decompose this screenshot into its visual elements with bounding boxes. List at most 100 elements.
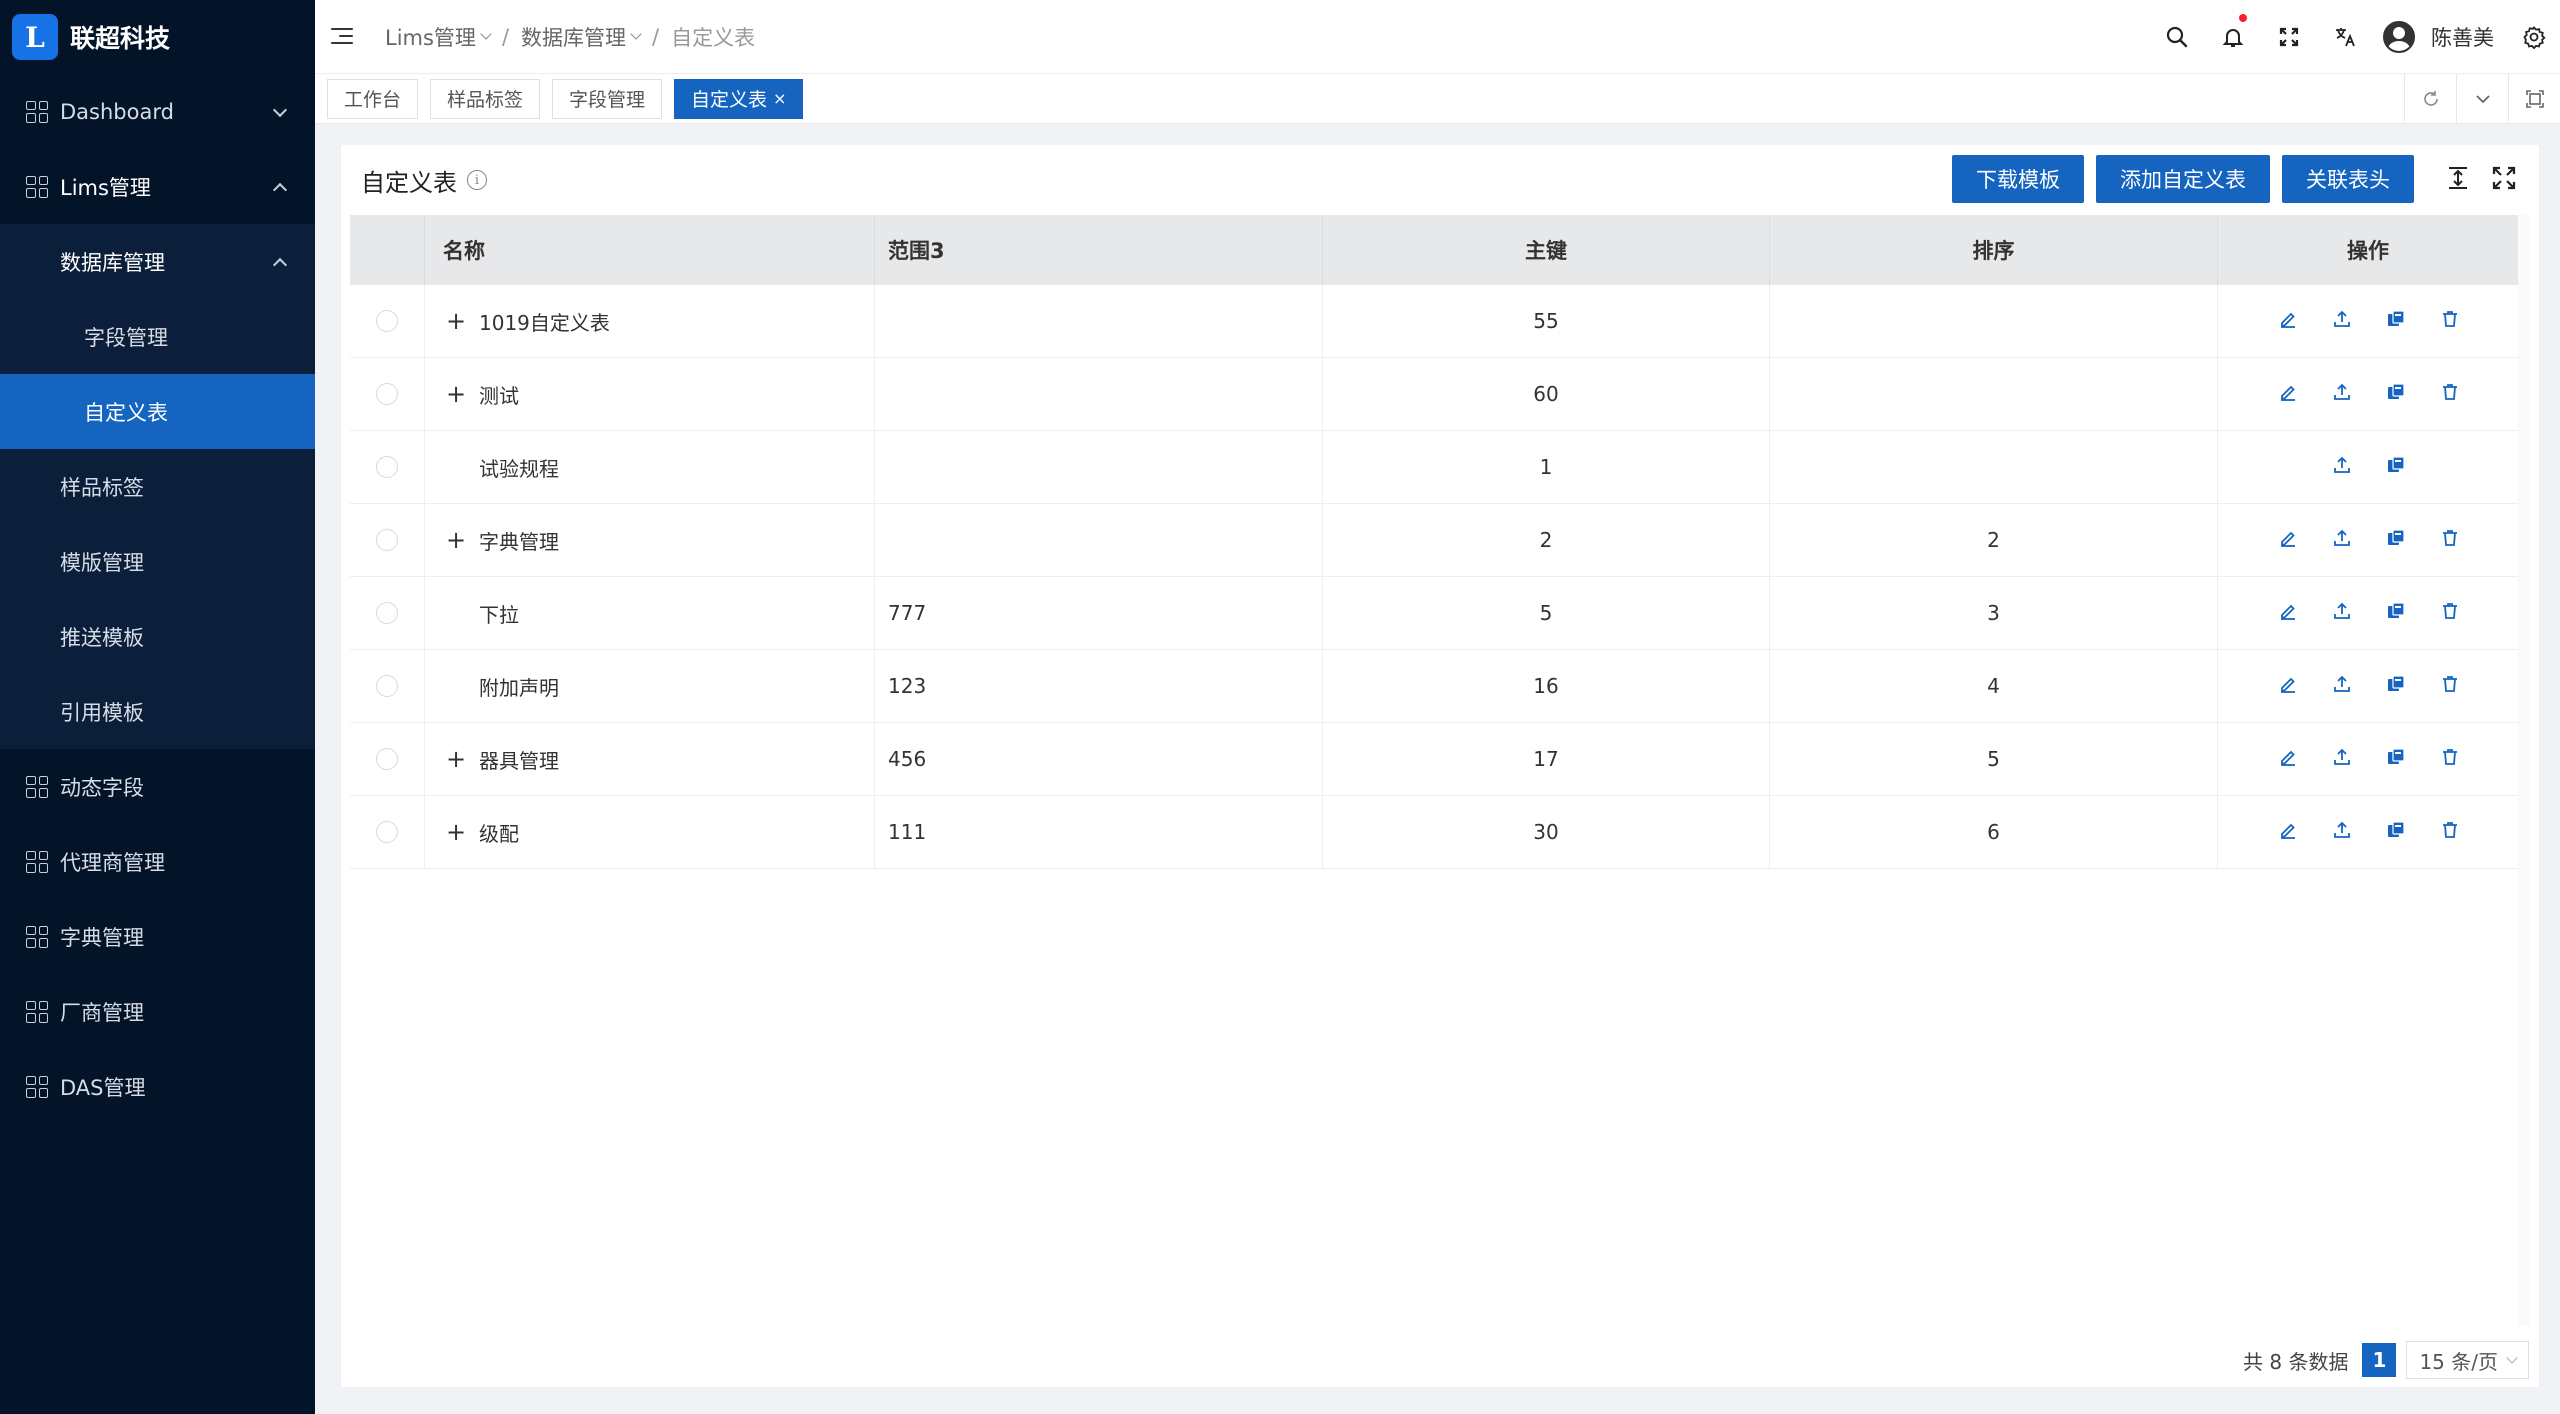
expand-icon[interactable]: + [443, 818, 469, 846]
sidebar-item-custom-table[interactable]: 自定义表 [0, 374, 315, 449]
copy-icon[interactable] [2386, 747, 2406, 772]
breadcrumb-item[interactable]: Lims管理 [385, 22, 476, 52]
sidebar-item-field-management[interactable]: 字段管理 [0, 299, 315, 374]
sidebar-item-das-management[interactable]: DAS管理 [0, 1049, 315, 1124]
page-size-select[interactable]: 15 条/页 [2406, 1341, 2529, 1379]
delete-icon[interactable] [2440, 382, 2460, 407]
edit-icon[interactable] [2278, 382, 2298, 407]
menu-fold-icon[interactable] [331, 27, 353, 46]
add-custom-table-button[interactable]: 添加自定义表 [2096, 155, 2270, 203]
table-row[interactable]: + 下拉 777 5 3 [350, 577, 2519, 650]
fullscreen-icon[interactable] [2261, 0, 2317, 74]
table-row[interactable]: + 试验规程 1 [350, 431, 2519, 504]
copy-icon[interactable] [2386, 820, 2406, 845]
edit-icon[interactable] [2278, 309, 2298, 334]
edit-icon[interactable] [2278, 601, 2298, 626]
copy-icon[interactable] [2386, 382, 2406, 407]
expand-icon[interactable]: + [443, 307, 469, 335]
row-select-cell [350, 650, 425, 722]
copy-icon[interactable] [2386, 528, 2406, 553]
edit-icon[interactable] [2278, 528, 2298, 553]
delete-icon[interactable] [2440, 528, 2460, 553]
expand-icon[interactable]: + [443, 745, 469, 773]
sidebar-item-template-management[interactable]: 模版管理 [0, 524, 315, 599]
sidebar-item-dashboard[interactable]: Dashboard [0, 74, 315, 149]
delete-icon[interactable] [2440, 820, 2460, 845]
sidebar-item-label: 数据库管理 [60, 250, 165, 275]
sidebar-item-sample-label[interactable]: 样品标签 [0, 449, 315, 524]
table-row[interactable]: + 级配 111 30 6 [350, 796, 2519, 869]
sidebar-item-agent-management[interactable]: 代理商管理 [0, 824, 315, 899]
edit-icon[interactable] [2278, 820, 2298, 845]
sidebar-item-lims[interactable]: Lims管理 [0, 149, 315, 224]
expand-icon[interactable]: + [443, 380, 469, 408]
row-radio[interactable] [376, 529, 398, 551]
download-template-button[interactable]: 下载模板 [1952, 155, 2084, 203]
row-radio[interactable] [376, 310, 398, 332]
name-cell: + 字典管理 [425, 504, 875, 576]
table-row[interactable]: + 1019自定义表 55 [350, 285, 2519, 358]
expand-icon[interactable]: + [443, 526, 469, 554]
chevron-down-icon [2506, 1351, 2518, 1364]
table-row[interactable]: + 字典管理 2 2 [350, 504, 2519, 577]
upload-icon[interactable] [2332, 455, 2352, 480]
tab-workbench[interactable]: 工作台 [327, 78, 419, 119]
row-radio[interactable] [376, 383, 398, 405]
bell-icon[interactable] [2205, 0, 2261, 74]
delete-icon[interactable] [2440, 309, 2460, 334]
translate-icon[interactable] [2317, 0, 2373, 74]
sidebar-item-vendor-management[interactable]: 厂商管理 [0, 974, 315, 1049]
fullscreen-icon[interactable] [2491, 165, 2517, 195]
maximize-icon[interactable] [2508, 74, 2560, 124]
tab-field-management[interactable]: 字段管理 [552, 78, 663, 119]
table-row[interactable]: + 器具管理 456 17 5 [350, 723, 2519, 796]
copy-icon[interactable] [2386, 309, 2406, 334]
logo[interactable]: L 联超科技 [0, 0, 315, 74]
copy-icon[interactable] [2386, 601, 2406, 626]
row-radio[interactable] [376, 602, 398, 624]
sidebar-item-reference-template[interactable]: 引用模板 [0, 674, 315, 749]
search-icon[interactable] [2149, 0, 2205, 74]
upload-icon[interactable] [2332, 528, 2352, 553]
sidebar-item-push-template[interactable]: 推送模板 [0, 599, 315, 674]
info-icon[interactable]: i [467, 170, 487, 190]
tab-sample-label[interactable]: 样品标签 [430, 78, 541, 119]
table-row[interactable]: + 测试 60 [350, 358, 2519, 431]
vertical-scrollbar[interactable] [2518, 215, 2530, 1325]
upload-icon[interactable] [2332, 674, 2352, 699]
row-radio[interactable] [376, 821, 398, 843]
chevron-down-icon[interactable] [2456, 74, 2508, 124]
copy-icon[interactable] [2386, 674, 2406, 699]
link-header-button[interactable]: 关联表头 [2282, 155, 2414, 203]
delete-icon[interactable] [2440, 747, 2460, 772]
gear-icon[interactable] [2514, 0, 2554, 74]
chevron-down-icon [630, 28, 642, 40]
upload-icon[interactable] [2332, 382, 2352, 407]
tab-custom-table[interactable]: 自定义表 × [674, 78, 804, 119]
row-height-icon[interactable] [2445, 165, 2471, 195]
upload-icon[interactable] [2332, 601, 2352, 626]
chevron-up-icon [272, 182, 288, 197]
row-radio[interactable] [376, 675, 398, 697]
upload-icon[interactable] [2332, 309, 2352, 334]
row-radio[interactable] [376, 748, 398, 770]
sidebar-item-database[interactable]: 数据库管理 [0, 224, 315, 299]
row-select-cell [350, 358, 425, 430]
page-number-button[interactable]: 1 [2362, 1343, 2397, 1377]
table-row[interactable]: + 附加声明 123 16 4 [350, 650, 2519, 723]
delete-icon[interactable] [2440, 674, 2460, 699]
close-icon[interactable]: × [773, 89, 786, 108]
upload-icon[interactable] [2332, 747, 2352, 772]
copy-icon[interactable] [2386, 455, 2406, 480]
refresh-icon[interactable] [2404, 74, 2456, 124]
edit-icon[interactable] [2278, 674, 2298, 699]
row-radio[interactable] [376, 456, 398, 478]
breadcrumb-item[interactable]: 数据库管理 [521, 22, 626, 52]
edit-icon[interactable] [2278, 747, 2298, 772]
sidebar-item-dynamic-fields[interactable]: 动态字段 [0, 749, 315, 824]
sidebar-item-dictionary-management[interactable]: 字典管理 [0, 899, 315, 974]
delete-icon[interactable] [2440, 601, 2460, 626]
user-menu[interactable]: 陈善美 [2383, 21, 2494, 53]
upload-icon[interactable] [2332, 820, 2352, 845]
chevron-down-icon [272, 102, 288, 117]
